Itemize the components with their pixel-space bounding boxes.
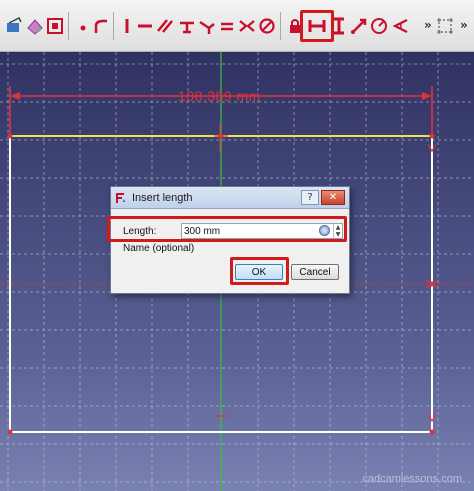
fillet-icon bbox=[199, 20, 215, 34]
tangent-button[interactable] bbox=[176, 14, 198, 38]
horizontal-line-button[interactable] bbox=[134, 14, 156, 38]
reorient-sketch-button[interactable] bbox=[44, 14, 66, 38]
radius-button[interactable] bbox=[368, 14, 390, 38]
view-sketch-icon bbox=[7, 16, 22, 32]
equal-constraint-icon bbox=[221, 22, 233, 31]
view-sketch-button[interactable] bbox=[4, 14, 26, 38]
angle-icon bbox=[392, 19, 408, 33]
highlight-length-field bbox=[107, 216, 347, 242]
toolbar-separator bbox=[113, 12, 114, 40]
dialog-title: Insert length bbox=[132, 191, 193, 204]
distance-button[interactable] bbox=[348, 14, 370, 38]
block-constraint-icon bbox=[259, 18, 275, 34]
construction-toggle-button[interactable] bbox=[434, 14, 456, 38]
toolbar-separator bbox=[280, 12, 281, 40]
reorient-sketch-icon bbox=[47, 18, 63, 34]
arc-corner-button[interactable] bbox=[90, 14, 112, 38]
help-button[interactable]: ? bbox=[301, 190, 319, 205]
symmetric-button[interactable] bbox=[236, 14, 258, 38]
vertical-distance-icon bbox=[334, 17, 344, 35]
highlight-ok-button bbox=[230, 257, 289, 285]
block-button[interactable] bbox=[256, 14, 278, 38]
coincident-arrow-button[interactable] bbox=[196, 14, 218, 38]
toolbar-overflow-button[interactable]: » bbox=[424, 18, 432, 32]
name-label: Name (optional) bbox=[123, 243, 195, 254]
cancel-button[interactable]: Cancel bbox=[291, 264, 339, 280]
angle-button[interactable] bbox=[390, 14, 412, 38]
freecad-logo-icon bbox=[115, 192, 127, 204]
tangent-constraint-icon bbox=[180, 21, 194, 34]
map-sketch-button[interactable] bbox=[24, 14, 46, 38]
symmetric-constraint-icon bbox=[239, 20, 255, 32]
dimension-value-label[interactable]: 108,389 mm bbox=[178, 88, 261, 104]
toolbar-separator bbox=[68, 12, 69, 40]
polyline-icon bbox=[157, 19, 173, 33]
arc-corner-icon bbox=[94, 19, 107, 33]
horizontal-constraint-icon bbox=[138, 24, 152, 28]
parallel-button[interactable] bbox=[154, 14, 176, 38]
close-button[interactable]: ✕ bbox=[321, 190, 345, 205]
equal-button[interactable] bbox=[216, 14, 238, 38]
construction-toggle-icon bbox=[437, 18, 453, 34]
watermark: cadcamlessons.com bbox=[362, 473, 462, 485]
vertical-distance-button[interactable] bbox=[328, 14, 350, 38]
sketcher-toolbar: » » bbox=[0, 0, 474, 52]
toolbar-overflow-button-2[interactable]: » bbox=[460, 18, 468, 32]
dialog-titlebar[interactable]: Insert length ? ✕ bbox=[111, 187, 349, 209]
distance-icon bbox=[351, 18, 367, 34]
map-sketch-icon bbox=[27, 19, 43, 35]
radius-icon bbox=[371, 18, 387, 34]
